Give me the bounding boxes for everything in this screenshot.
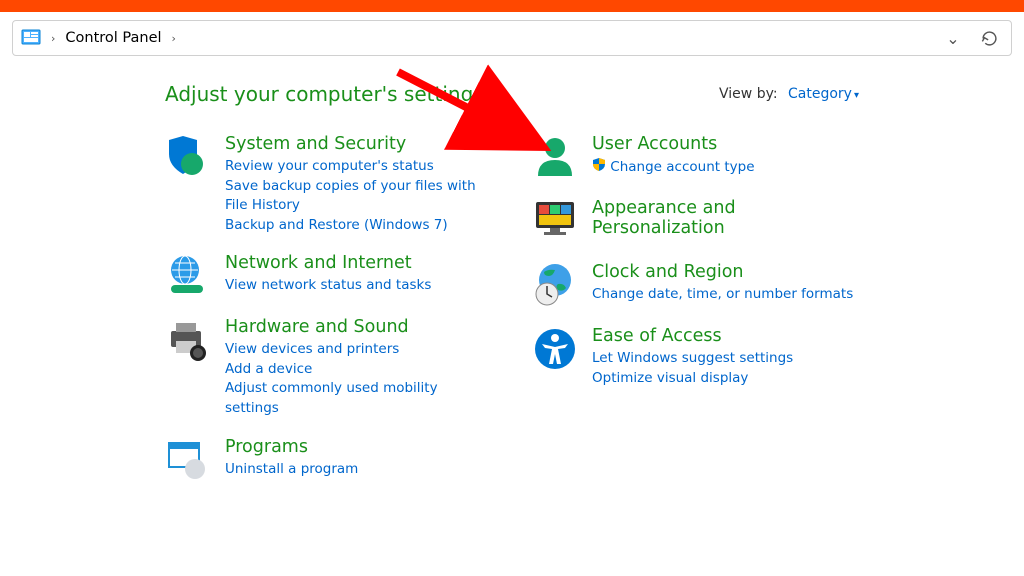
category-link[interactable]: View devices and printers [225,340,492,360]
accessibility-icon [532,326,578,372]
breadcrumb-item[interactable]: Control Panel [65,30,161,46]
category-link[interactable]: Change date, time, or number formats [592,285,853,305]
chevron-right-icon[interactable]: › [170,32,178,45]
viewby-dropdown[interactable]: Category▾ [788,86,859,102]
category-title[interactable]: Clock and Region [592,262,853,282]
window-accent-bar [0,0,1024,12]
control-panel-icon [21,28,41,48]
category-column-right: User Accounts Change account type Appear… [532,134,859,501]
category-title[interactable]: System and Security [225,134,492,154]
category-link[interactable]: View network status and tasks [225,276,431,296]
category-link[interactable]: Add a device [225,360,492,380]
globe-icon [165,253,211,299]
category-ease-of-access: Ease of Access Let Windows suggest setti… [532,326,859,388]
category-link[interactable]: Adjust commonly used mobility settings [225,379,492,418]
refresh-icon[interactable] [975,24,1003,52]
viewby-label: View by: [719,86,778,102]
user-icon [532,134,578,180]
category-clock-region: Clock and Region Change date, time, or n… [532,262,859,308]
programs-icon [165,437,211,483]
category-link[interactable]: Review your computer's status [225,157,492,177]
breadcrumb[interactable]: › Control Panel › ⌄ [12,20,1012,56]
category-user-accounts: User Accounts Change account type [532,134,859,180]
category-link[interactable]: Uninstall a program [225,460,358,480]
category-network: Network and Internet View network status… [165,253,492,299]
category-link[interactable]: Backup and Restore (Windows 7) [225,216,492,236]
category-link[interactable]: Save backup copies of your files with Fi… [225,177,492,216]
printer-icon [165,317,211,363]
category-title[interactable]: User Accounts [592,134,755,154]
category-link[interactable]: Optimize visual display [592,369,793,389]
category-title[interactable]: Programs [225,437,358,457]
category-link[interactable]: Change account type [592,157,755,178]
category-title[interactable]: Appearance and Personalization [592,198,859,238]
category-column-left: System and Security Review your computer… [165,134,492,501]
category-hardware: Hardware and Sound View devices and prin… [165,317,492,418]
category-programs: Programs Uninstall a program [165,437,492,483]
category-system-security: System and Security Review your computer… [165,134,492,235]
category-title[interactable]: Network and Internet [225,253,431,273]
category-appearance: Appearance and Personalization [532,198,859,244]
category-link[interactable]: Let Windows suggest settings [592,349,793,369]
uac-shield-icon [592,157,606,171]
category-title[interactable]: Ease of Access [592,326,793,346]
chevron-down-icon[interactable]: ⌄ [939,24,967,52]
page-title: Adjust your computer's settings [165,82,484,106]
category-title[interactable]: Hardware and Sound [225,317,492,337]
shield-icon [165,134,211,180]
monitor-icon [532,198,578,244]
chevron-right-icon[interactable]: › [49,32,57,45]
clock-globe-icon [532,262,578,308]
